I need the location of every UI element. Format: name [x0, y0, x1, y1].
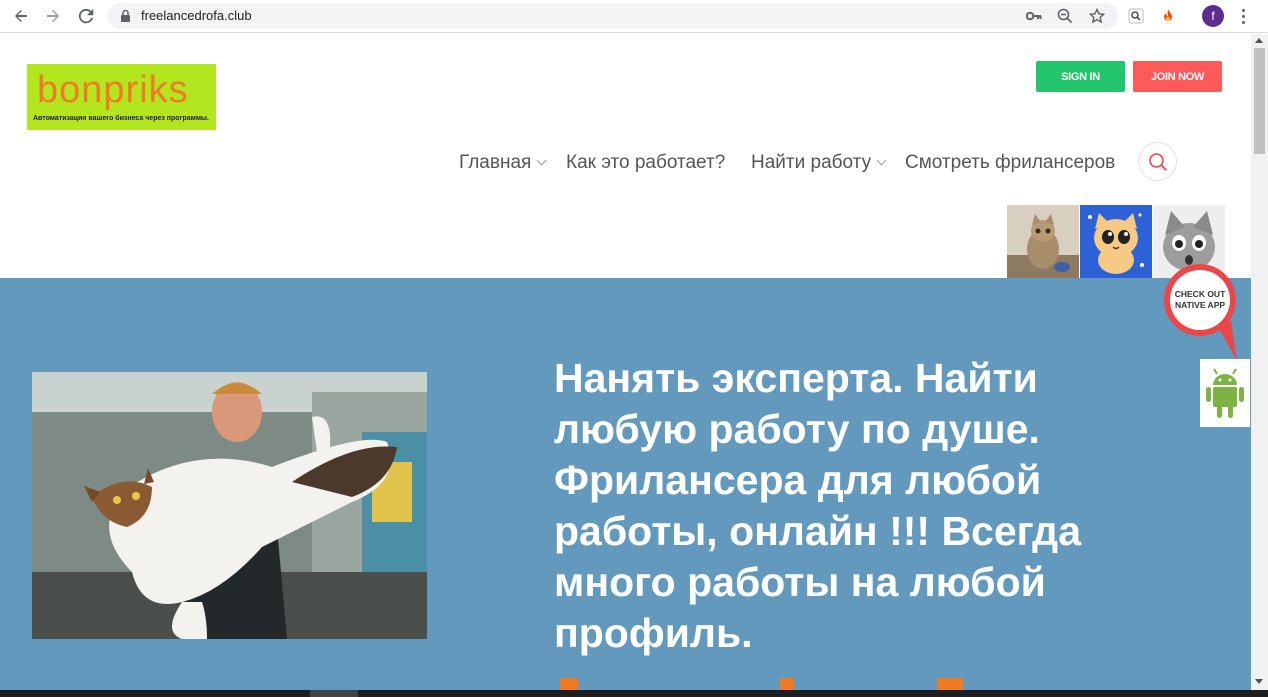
logo-text: bonpriks [37, 69, 189, 111]
join-now-button[interactable]: JOIN NOW [1133, 61, 1222, 92]
forward-button[interactable] [41, 4, 65, 28]
back-button[interactable] [9, 4, 33, 28]
reload-button[interactable] [74, 4, 98, 28]
android-icon [1206, 368, 1244, 418]
nav-item-browse-freelancers[interactable]: Смотреть фрилансеров [905, 151, 1115, 175]
headline-line: профиль. [554, 610, 753, 656]
badge-line-2: NATIVE APP [1175, 300, 1225, 310]
nav-item-find-work[interactable]: Найти работу [751, 151, 887, 175]
badge-line-1: CHECK OUT [1175, 289, 1226, 299]
hero-section: Нанять эксперта. Найти любую работу по д… [0, 278, 1251, 690]
nav-item-home[interactable]: Главная [459, 151, 547, 175]
star-icon[interactable] [1088, 7, 1106, 25]
zoom-icon[interactable] [1056, 7, 1074, 25]
sign-in-button[interactable]: SIGN IN [1036, 61, 1125, 92]
nav-item-label: Главная [459, 152, 532, 173]
scroll-down-arrow-icon[interactable] [1255, 679, 1263, 684]
extension-search-icon[interactable] [1126, 6, 1146, 26]
cat-thumbnail[interactable] [1080, 205, 1152, 278]
address-bar[interactable]: freelancedrofa.club [108, 3, 1118, 29]
native-app-badge[interactable]: CHECK OUT NATIVE APP [1161, 261, 1239, 366]
cut-off-text-fragment [780, 678, 794, 690]
browser-menu-icon[interactable] [1236, 6, 1250, 26]
nav-item-label: Найти работу [751, 152, 872, 173]
os-taskbar [0, 690, 1268, 697]
site-search-button[interactable] [1138, 142, 1177, 181]
page-scrollbar[interactable] [1251, 34, 1268, 690]
back-arrow-icon [15, 9, 27, 23]
reload-icon [78, 8, 94, 24]
chevron-down-icon [876, 155, 887, 166]
url-text: freelancedrofa.club [141, 8, 252, 23]
nav-item-label: Как это работает? [566, 152, 726, 173]
logo-tagline: Автоматизация вашего бизнеса через прогр… [33, 115, 209, 122]
extension-fire-icon[interactable] [1158, 6, 1178, 26]
hero-headline: Нанять эксперта. Найти любую работу по д… [554, 353, 1154, 659]
headline-line: работы, онлайн !!! Всегда [554, 508, 1081, 554]
profile-avatar[interactable]: f [1202, 5, 1224, 27]
nav-item-label: Смотреть фрилансеров [905, 152, 1116, 173]
headline-line: любую работу по душе. [554, 406, 1040, 452]
scroll-up-arrow-icon[interactable] [1255, 38, 1263, 43]
scroll-thumb[interactable] [1254, 48, 1265, 154]
headline-line: много работы на любой [554, 559, 1046, 605]
nav-item-how-it-works[interactable]: Как это работает? [566, 151, 725, 175]
search-icon [1148, 152, 1167, 171]
site-logo[interactable]: bonpriks Автоматизация вашего бизнеса че… [27, 64, 216, 130]
cut-off-text-fragment [937, 678, 963, 690]
chevron-down-icon [536, 155, 547, 166]
lock-icon [120, 9, 131, 28]
forward-arrow-icon [47, 9, 59, 23]
browser-toolbar: freelancedrofa.club f [0, 0, 1268, 33]
key-icon[interactable] [1025, 7, 1043, 25]
cat-thumbnail[interactable] [1007, 205, 1079, 278]
taskbar-item[interactable] [310, 690, 358, 697]
cut-off-text-fragment [560, 678, 578, 690]
hero-photo-man-with-cat [32, 372, 427, 639]
android-app-button[interactable] [1200, 359, 1250, 427]
headline-line: Фрилансера для любой [554, 457, 1042, 503]
headline-line: Нанять эксперта. Найти [554, 355, 1038, 401]
web-page: bonpriks Автоматизация вашего бизнеса че… [0, 34, 1251, 690]
